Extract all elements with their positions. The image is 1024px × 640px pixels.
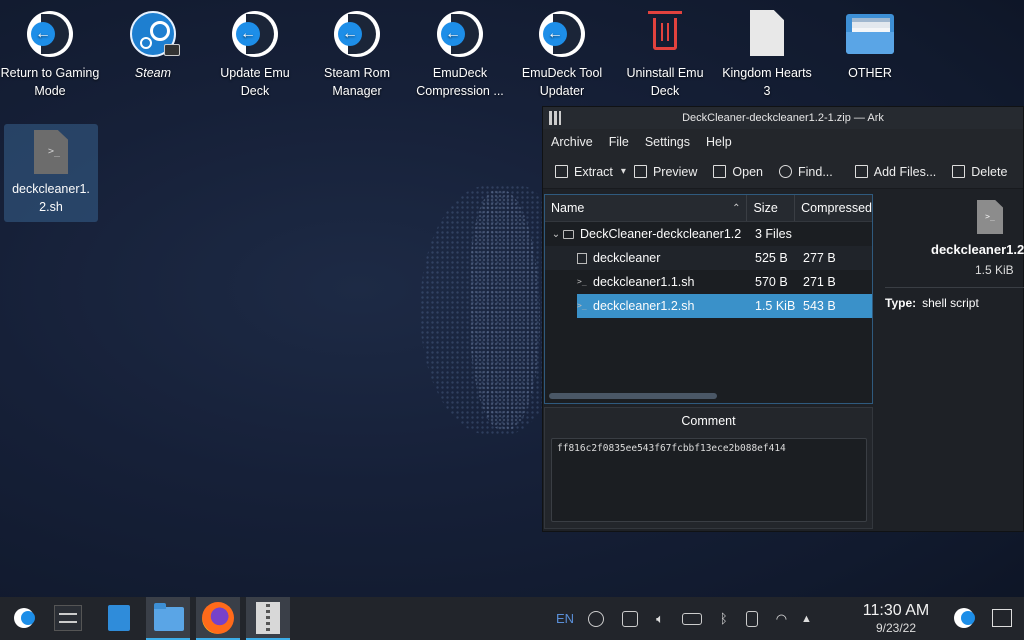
table-row-selected[interactable]: >_ deckcleaner1.2.sh 1.5 KiB 543 B [577, 294, 872, 318]
comment-text[interactable]: ff816c2f0835ee543f67fcbbf13ece2b088ef414 [551, 438, 867, 522]
menu-file[interactable]: File [609, 135, 629, 149]
search-icon [779, 165, 792, 178]
terminal-script-icon: >_ [34, 130, 68, 174]
taskbar: EN 🔈︎ ᛒ ◠ ▲ 11:30 AM 9/23/22 [0, 597, 1024, 640]
clock-date: 9/23/22 [875, 621, 917, 635]
binary-file-icon [577, 252, 587, 264]
desktop-icon-emudeck-compression[interactable]: ← EmuDeck Compression ... [410, 8, 510, 100]
extract-icon [555, 165, 568, 178]
preview-button[interactable]: Preview [633, 165, 697, 179]
taskbar-firefox[interactable] [196, 597, 240, 640]
details-type: Type: shell script [885, 296, 979, 310]
taskbar-ark[interactable] [246, 597, 290, 640]
desktop-icon-update-emu-deck[interactable]: ← Update Emu Deck [205, 8, 305, 100]
usb-drive-icon[interactable] [745, 610, 758, 627]
desktop-icon-other-folder[interactable]: OTHER [820, 8, 920, 82]
table-row[interactable]: >_ deckcleaner1.1.sh 570 B 271 B [545, 270, 872, 294]
details-file-name: deckcleaner1.2 [931, 242, 1024, 257]
desktop-icon-uninstall-emu-deck[interactable]: Uninstall Emu Deck [615, 8, 715, 100]
script-file-icon: >_ [577, 276, 587, 286]
find-button[interactable]: Find... [779, 165, 833, 179]
steamdeck-logo-icon [14, 608, 35, 628]
taskbar-system-settings[interactable] [46, 597, 90, 640]
toolbar: Extract ▾ Preview Open Find... Add Files… [543, 155, 1023, 189]
window-titlebar[interactable]: DeckCleaner-deckcleaner1.2-1.zip — Ark [543, 107, 1023, 129]
settings-sliders-icon [54, 605, 82, 631]
column-header-name[interactable]: Name ⌃ [545, 195, 748, 221]
bluetooth-icon[interactable]: ᛒ [720, 611, 728, 626]
column-header-size[interactable]: Size [747, 195, 796, 221]
ark-app-icon[interactable] [549, 111, 561, 125]
taskbar-file-manager[interactable] [146, 597, 190, 640]
application-launcher[interactable] [0, 597, 44, 640]
battery-icon[interactable] [681, 612, 702, 625]
steam-tray-icon[interactable] [588, 610, 605, 627]
window-title: DeckCleaner-deckcleaner1.2-1.zip — Ark [682, 112, 884, 124]
column-header-compressed[interactable]: Compressed [795, 195, 872, 221]
folder-icon [846, 14, 894, 54]
system-tray: EN 🔈︎ ᛒ ◠ ▲ [556, 597, 812, 640]
tree-header: Name ⌃ Size Compressed [545, 195, 872, 222]
return-arrow-icon: ← [232, 11, 278, 57]
table-row[interactable]: ⌄ DeckCleaner-deckcleaner1.2 3 Files [545, 222, 872, 246]
expand-chevron-icon[interactable]: ⌄ [549, 229, 563, 240]
details-file-size: 1.5 KiB [975, 263, 1014, 277]
archive-file-tree[interactable]: Name ⌃ Size Compressed ⌄ DeckCleaner-deckc… [544, 194, 873, 404]
folder-icon [154, 603, 184, 631]
script-file-icon: >_ [977, 200, 1003, 234]
return-arrow-icon: ← [334, 11, 380, 57]
chevron-down-icon[interactable]: ▾ [621, 166, 626, 177]
return-arrow-icon: ← [437, 11, 483, 57]
desktop-icon-steam[interactable]: Steam [103, 8, 203, 82]
clipboard-icon[interactable] [622, 610, 639, 627]
script-file-icon: >_ [577, 300, 587, 310]
desktop-icon-return-gaming-mode[interactable]: ← Return to Gaming Mode [0, 8, 100, 100]
sort-chevron-icon: ⌃ [732, 203, 741, 214]
menu-archive[interactable]: Archive [551, 135, 593, 149]
store-bag-icon [108, 605, 130, 631]
delete-button[interactable]: Delete [952, 165, 1007, 179]
desktop-icon-steam-rom-manager[interactable]: ← Steam Rom Manager [307, 8, 407, 100]
desktop-icon-emudeck-tool-updater[interactable]: ← EmuDeck Tool Updater [512, 8, 612, 100]
desktop-icon-deckcleaner-script[interactable]: >_ deckcleaner1.2.sh [4, 124, 98, 222]
keyboard-layout-indicator[interactable]: EN [556, 611, 574, 626]
return-arrow-icon: ← [27, 11, 73, 57]
show-desktop-button[interactable] [980, 597, 1024, 640]
open-file-icon [713, 165, 727, 178]
return-gaming-mode-tray[interactable] [940, 597, 984, 640]
preview-icon [633, 165, 647, 178]
add-files-button[interactable]: Add Files... [854, 165, 936, 179]
table-row[interactable]: deckcleaner 525 B 277 B [545, 246, 872, 270]
return-arrow-icon [954, 608, 975, 628]
clock-time: 11:30 AM [862, 602, 930, 619]
return-arrow-icon: ← [539, 11, 585, 57]
firefox-icon [202, 602, 234, 634]
file-details-panel: >_ deckcleaner1.2 1.5 KiB Type: shell scr… [879, 194, 1024, 494]
menu-help[interactable]: Help [706, 135, 732, 149]
menubar: Archive File Settings Help [543, 129, 1023, 155]
show-desktop-icon [992, 609, 1012, 627]
folder-icon [563, 229, 574, 239]
archive-zip-icon [256, 602, 280, 634]
open-button[interactable]: Open [713, 165, 763, 179]
desktop-icon-kingdom-hearts-3[interactable]: Kingdom Hearts 3 [717, 8, 817, 100]
extract-button[interactable]: Extract [555, 165, 613, 179]
file-icon [750, 10, 784, 56]
comment-title: Comment [681, 414, 736, 428]
wifi-icon[interactable]: ◠ [776, 611, 787, 627]
menu-settings[interactable]: Settings [645, 135, 690, 149]
taskbar-discover-store[interactable] [96, 597, 140, 640]
delete-icon [952, 165, 966, 178]
tray-expand-icon[interactable]: ▲ [801, 613, 812, 625]
clock[interactable]: 11:30 AM 9/23/22 [856, 601, 936, 635]
details-divider [885, 287, 1024, 288]
ark-window: DeckCleaner-deckcleaner1.2-1.zip — Ark A… [542, 106, 1024, 532]
volume-icon[interactable]: 🔈︎ [656, 611, 664, 627]
add-files-icon [854, 165, 868, 178]
trash-icon [648, 11, 682, 50]
horizontal-scrollbar[interactable] [549, 393, 717, 399]
badge-icon [164, 44, 180, 56]
comment-panel: Comment ff816c2f0835ee543f67fcbbf13ece2b… [544, 407, 873, 529]
